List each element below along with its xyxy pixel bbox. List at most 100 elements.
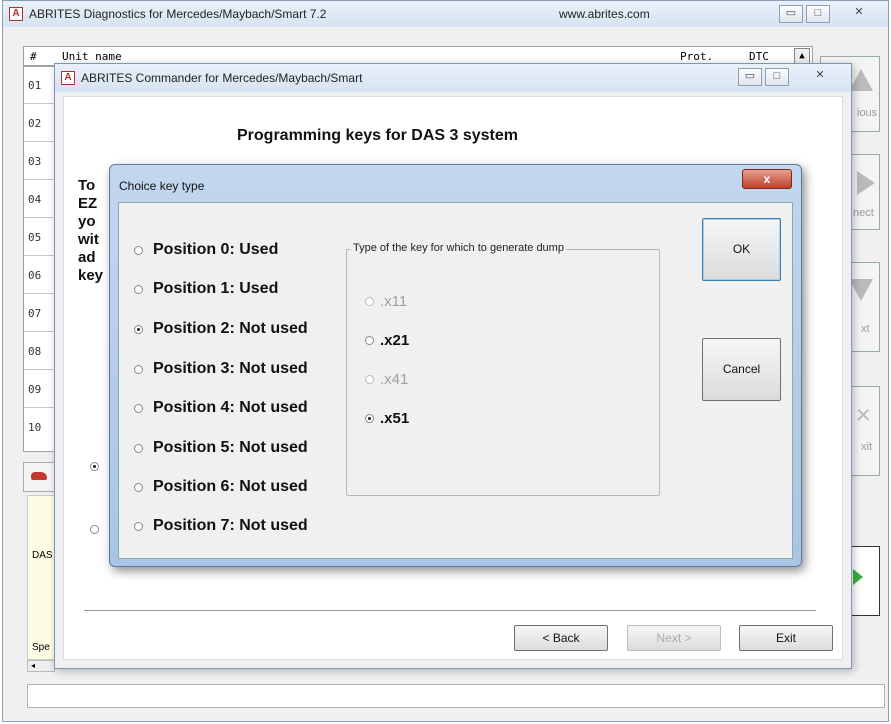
commander-maximize-button[interactable]: □ — [765, 68, 789, 86]
key-type-group-label: Type of the key for which to generate du… — [351, 242, 566, 254]
row-number[interactable]: 06 — [24, 257, 55, 294]
commander-option-radio-2[interactable] — [90, 525, 99, 534]
back-button[interactable]: < Back — [514, 625, 608, 651]
spe-label: Spe — [32, 642, 50, 653]
left-scroll-icon[interactable]: ◂ — [27, 660, 55, 672]
row-number[interactable]: 04 — [24, 181, 55, 218]
radio-circle-icon — [134, 521, 143, 531]
radio-circle-icon — [134, 364, 143, 374]
radio-circle-icon — [134, 403, 143, 413]
grid-header-dtc: DTC — [749, 50, 769, 63]
radio-circle-icon — [365, 375, 374, 384]
grid-header-hash: # — [30, 50, 37, 63]
body-line: wit — [78, 231, 99, 248]
next-button[interactable]: Next > — [627, 625, 721, 651]
key-x41-label: .x41 — [380, 371, 409, 388]
das-label: DAS — [32, 550, 53, 561]
row-number[interactable]: 02 — [24, 105, 55, 142]
body-line: key — [78, 267, 104, 284]
key-x21-radio[interactable]: .x21 — [365, 332, 409, 349]
radio-circle-icon — [365, 297, 374, 306]
commander-heading: Programming keys for DAS 3 system — [237, 127, 518, 144]
commander-title: ABRITES Commander for Mercedes/Maybach/S… — [81, 71, 363, 85]
commander-close-button[interactable]: ✕ — [803, 68, 837, 86]
position-5-label: Position 5: Not used — [153, 439, 308, 456]
choice-key-dialog: Choice key type x Position 0: Used Posit… — [109, 164, 802, 567]
radio-circle-icon — [134, 443, 143, 453]
position-4-label: Position 4: Not used — [153, 399, 308, 416]
position-7-label: Position 7: Not used — [153, 517, 308, 534]
position-3-label: Position 3: Not used — [153, 360, 308, 377]
minimize-button[interactable]: ▭ — [779, 5, 803, 23]
row-number[interactable]: 05 — [24, 219, 55, 256]
exit-side-label: xit — [861, 441, 872, 453]
position-2-radio[interactable]: Position 2: Not used — [134, 320, 308, 338]
body-line: ad — [78, 249, 96, 266]
main-window-title: ABRITES Diagnostics for Mercedes/Maybach… — [29, 7, 327, 21]
grid-header-unit: Unit name — [62, 50, 122, 63]
row-number[interactable]: 08 — [24, 333, 55, 370]
key-x51-radio[interactable]: .x51 — [365, 410, 409, 427]
row-number[interactable]: 10 — [24, 409, 55, 446]
position-0-radio[interactable]: Position 0: Used — [134, 241, 278, 259]
row-number[interactable]: 07 — [24, 295, 55, 332]
play-icon — [853, 569, 863, 585]
row-number-column: 01 02 03 04 05 06 07 08 09 10 — [23, 66, 55, 452]
exit-button[interactable]: Exit — [739, 625, 833, 651]
connect-label: nect — [853, 207, 874, 219]
position-7-radio[interactable]: Position 7: Not used — [134, 517, 308, 535]
arrow-down-icon — [849, 279, 873, 301]
key-type-group: Type of the key for which to generate du… — [346, 242, 660, 496]
commander-titlebar: A ABRITES Commander for Mercedes/Maybach… — [55, 64, 851, 92]
car-tab[interactable] — [23, 462, 55, 492]
position-1-label: Position 1: Used — [153, 280, 279, 297]
exit-x-icon: ✕ — [855, 405, 872, 427]
commander-minimize-button[interactable]: ▭ — [738, 68, 762, 86]
key-x41-radio[interactable]: .x41 — [365, 371, 408, 388]
radio-circle-icon — [134, 245, 143, 255]
dialog-close-button[interactable]: x — [742, 169, 792, 189]
dialog-title: Choice key type — [119, 179, 205, 193]
status-bar — [27, 684, 885, 708]
row-number[interactable]: 01 — [24, 67, 55, 104]
radio-checked-icon — [365, 414, 374, 423]
arrow-right-icon — [857, 171, 875, 195]
row-number[interactable]: 09 — [24, 371, 55, 408]
close-button[interactable]: ✕ — [841, 5, 877, 23]
position-4-radio[interactable]: Position 4: Not used — [134, 399, 308, 417]
radio-checked-icon — [134, 324, 143, 334]
position-2-label: Position 2: Not used — [153, 320, 308, 337]
grid-header-prot: Prot. — [680, 50, 714, 63]
position-6-label: Position 6: Not used — [153, 478, 308, 495]
row-number[interactable]: 03 — [24, 143, 55, 180]
close-x-icon: x — [763, 172, 771, 186]
cancel-button[interactable]: Cancel — [702, 338, 781, 401]
key-x11-radio[interactable]: .x11 — [365, 293, 407, 310]
body-line: yo — [78, 213, 96, 230]
position-6-radio[interactable]: Position 6: Not used — [134, 478, 308, 496]
maximize-button[interactable]: □ — [806, 5, 830, 23]
radio-circle-icon — [365, 336, 374, 345]
main-titlebar: A ABRITES Diagnostics for Mercedes/Mayba… — [3, 1, 888, 27]
radio-circle-icon — [134, 284, 143, 294]
position-1-radio[interactable]: Position 1: Used — [134, 280, 278, 298]
previous-label: ious — [857, 107, 878, 119]
abrites-logo-icon: A — [9, 7, 23, 21]
key-x51-label: .x51 — [380, 410, 410, 427]
key-x11-label: .x11 — [380, 293, 408, 310]
commander-option-radio-1[interactable] — [90, 462, 99, 471]
position-0-label: Position 0: Used — [153, 241, 279, 258]
car-icon — [31, 472, 47, 480]
ok-button[interactable]: OK — [702, 218, 781, 281]
key-x21-label: .x21 — [380, 332, 410, 349]
abrites-commander-icon: A — [61, 71, 75, 85]
radio-circle-icon — [134, 482, 143, 492]
next-side-label: xt — [861, 323, 870, 335]
position-5-radio[interactable]: Position 5: Not used — [134, 439, 308, 457]
info-panel: DAS Spe — [27, 495, 55, 660]
body-line: EZ — [78, 195, 98, 212]
position-3-radio[interactable]: Position 3: Not used — [134, 360, 308, 378]
scroll-up-icon[interactable]: ▲ — [794, 48, 810, 64]
dialog-body: Position 0: Used Position 1: Used Positi… — [118, 202, 793, 559]
arrow-up-icon — [849, 69, 873, 91]
